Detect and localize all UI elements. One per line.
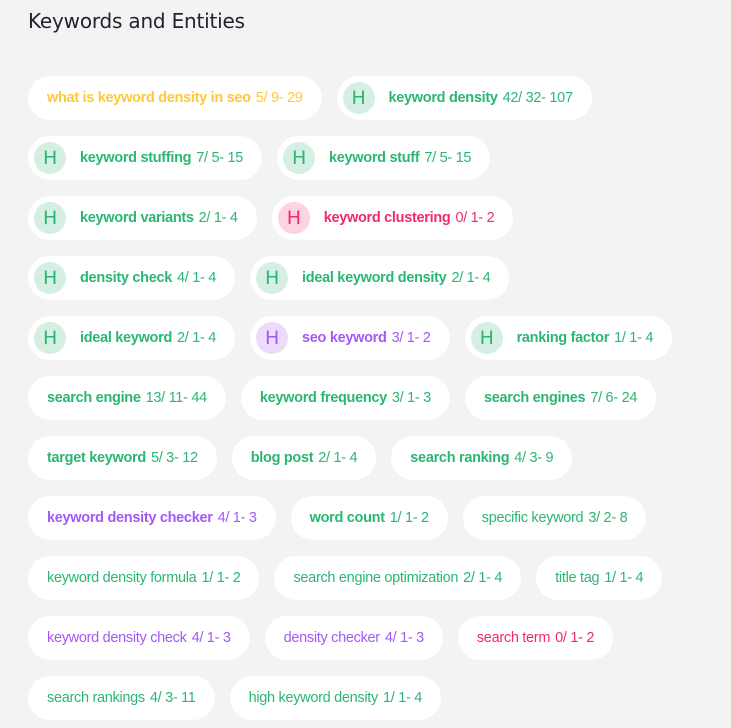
keyword-chip[interactable]: Hideal keyword 2/ 1- 4: [28, 316, 236, 360]
keyword-term: high keyword density: [248, 690, 379, 706]
keyword-term: keyword variants: [80, 210, 194, 226]
keyword-usage-count: 1/ 1- 2: [201, 570, 241, 586]
keyword-term: title tag: [555, 570, 600, 586]
keyword-term: ideal keyword: [80, 330, 172, 346]
keyword-chip[interactable]: search rankings 4/ 3- 11: [28, 676, 215, 720]
heading-badge-icon: H: [342, 82, 375, 114]
keyword-usage-count: 5/ 9- 29: [255, 90, 303, 106]
keyword-usage-count: 3/ 2- 8: [588, 510, 628, 526]
heading-badge-icon: H: [283, 142, 315, 174]
keyword-usage-count: 1/ 1- 2: [389, 510, 429, 526]
keyword-term: search ranking: [410, 450, 510, 466]
keyword-usage-count: 7/ 5- 15: [196, 150, 243, 166]
keyword-term: search engine optimization: [293, 570, 459, 586]
keyword-term: word count: [309, 510, 385, 526]
keyword-usage-count: 2/ 1- 4: [177, 330, 217, 346]
keyword-term: what is keyword density in seo: [47, 90, 251, 106]
keyword-chip[interactable]: keyword density checker 4/ 1- 3: [28, 496, 276, 540]
keyword-chip[interactable]: title tag 1/ 1- 4: [536, 556, 663, 600]
keyword-chip[interactable]: Hdensity check 4/ 1- 4: [28, 256, 236, 300]
keyword-chip[interactable]: Hkeyword stuff 7/ 5- 15: [277, 136, 491, 180]
keyword-term: keyword frequency: [259, 390, 387, 406]
keyword-term: search rankings: [47, 690, 145, 706]
keyword-chip[interactable]: density checker 4/ 1- 3: [264, 616, 443, 660]
keyword-usage-count: 13/ 11- 44: [145, 390, 208, 406]
keyword-chip[interactable]: search engine optimization 2/ 1- 4: [274, 556, 522, 600]
keyword-usage-count: 1/ 1- 4: [614, 330, 654, 346]
keyword-term: keyword stuff: [329, 150, 420, 166]
keyword-chip[interactable]: Hideal keyword density 2/ 1- 4: [250, 256, 510, 300]
keyword-chip[interactable]: word count 1/ 1- 2: [290, 496, 448, 540]
keyword-chip[interactable]: what is keyword density in seo 5/ 9- 29: [28, 76, 322, 120]
keyword-term: keyword density check: [47, 630, 187, 646]
keyword-term: seo keyword: [302, 330, 387, 346]
keyword-usage-count: 7/ 6- 24: [590, 390, 638, 406]
keyword-usage-count: 2/ 1- 4: [318, 450, 358, 466]
keyword-usage-count: 4/ 3- 11: [149, 690, 196, 706]
keyword-usage-count: 3/ 1- 2: [391, 330, 431, 346]
heading-badge-icon: H: [34, 262, 66, 294]
keyword-chip[interactable]: blog post 2/ 1- 4: [231, 436, 377, 480]
keyword-term: ranking factor: [516, 330, 610, 346]
keyword-term: keyword stuffing: [80, 150, 192, 166]
keyword-usage-count: 3/ 1- 3: [391, 390, 431, 406]
keyword-chip-list: what is keyword density in seo 5/ 9- 29 Hk…: [28, 76, 718, 720]
keyword-term: search engines: [483, 390, 586, 406]
heading-badge-icon: H: [256, 262, 289, 294]
keyword-chip[interactable]: Hkeyword clustering 0/ 1- 2: [271, 196, 514, 240]
keyword-chip[interactable]: Hkeyword variants 2/ 1- 4: [28, 196, 257, 240]
keyword-usage-count: 2/ 1- 4: [198, 210, 238, 226]
keyword-term: target keyword: [47, 450, 146, 466]
keyword-term: density checker: [283, 630, 381, 646]
keyword-usage-count: 4/ 1- 3: [384, 630, 424, 646]
keyword-term: search term: [476, 630, 551, 646]
keyword-usage-count: 1/ 1- 4: [604, 570, 644, 586]
keyword-usage-count: 4/ 3- 9: [514, 450, 554, 466]
keyword-term: specific keyword: [481, 510, 584, 526]
keyword-chip[interactable]: keyword frequency 3/ 1- 3: [240, 376, 450, 420]
keyword-term: blog post: [250, 450, 314, 466]
keyword-chip[interactable]: Hkeyword stuffing 7/ 5- 15: [28, 136, 262, 180]
keyword-chip[interactable]: search engine 13/ 11- 44: [28, 376, 226, 420]
keyword-chip[interactable]: keyword density formula 1/ 1- 2: [28, 556, 260, 600]
keyword-usage-count: 4/ 1- 3: [217, 510, 257, 526]
keyword-usage-count: 4/ 1- 3: [191, 630, 231, 646]
keyword-usage-count: 5/ 3- 12: [150, 450, 198, 466]
heading-badge-icon: H: [277, 202, 310, 234]
keyword-term: density check: [80, 270, 173, 286]
keyword-usage-count: 4/ 1- 4: [177, 270, 217, 286]
keyword-usage-count: 2/ 1- 4: [463, 570, 503, 586]
keyword-term: ideal keyword density: [302, 270, 447, 286]
keyword-usage-count: 42/ 32- 107: [502, 90, 573, 106]
keyword-usage-count: 2/ 1- 4: [451, 270, 491, 286]
heading-badge-icon: H: [34, 142, 66, 174]
keyword-term: search engine: [47, 390, 141, 406]
keyword-chip[interactable]: search engines 7/ 6- 24: [464, 376, 657, 420]
heading-badge-icon: H: [256, 322, 289, 354]
keyword-term: keyword density checker: [47, 510, 213, 526]
keyword-usage-count: 0/ 1- 2: [455, 210, 495, 226]
keyword-chip[interactable]: target keyword 5/ 3- 12: [28, 436, 217, 480]
keyword-chip[interactable]: search ranking 4/ 3- 9: [391, 436, 573, 480]
keyword-chip[interactable]: keyword density check 4/ 1- 3: [28, 616, 250, 660]
keyword-chip[interactable]: Hkeyword density 42/ 32- 107: [336, 76, 592, 120]
keyword-term: keyword density: [388, 90, 498, 106]
heading-badge-icon: H: [34, 322, 66, 354]
keyword-usage-count: 0/ 1- 2: [555, 630, 595, 646]
heading-badge-icon: H: [470, 322, 503, 354]
keyword-usage-count: 7/ 5- 15: [424, 150, 472, 166]
keyword-chip[interactable]: search term 0/ 1- 2: [457, 616, 614, 660]
keyword-chip[interactable]: specific keyword 3/ 2- 8: [462, 496, 647, 540]
heading-badge-icon: H: [34, 202, 66, 234]
keyword-usage-count: 1/ 1- 4: [382, 690, 422, 706]
keyword-term: keyword density formula: [47, 570, 197, 586]
keyword-chip[interactable]: high keyword density 1/ 1- 4: [229, 676, 441, 720]
keyword-chip[interactable]: Hseo keyword 3/ 1- 2: [250, 316, 450, 360]
keyword-chip[interactable]: Hranking factor 1/ 1- 4: [464, 316, 673, 360]
section-title: Keywords and Entities: [28, 9, 245, 33]
keyword-term: keyword clustering: [323, 210, 451, 226]
